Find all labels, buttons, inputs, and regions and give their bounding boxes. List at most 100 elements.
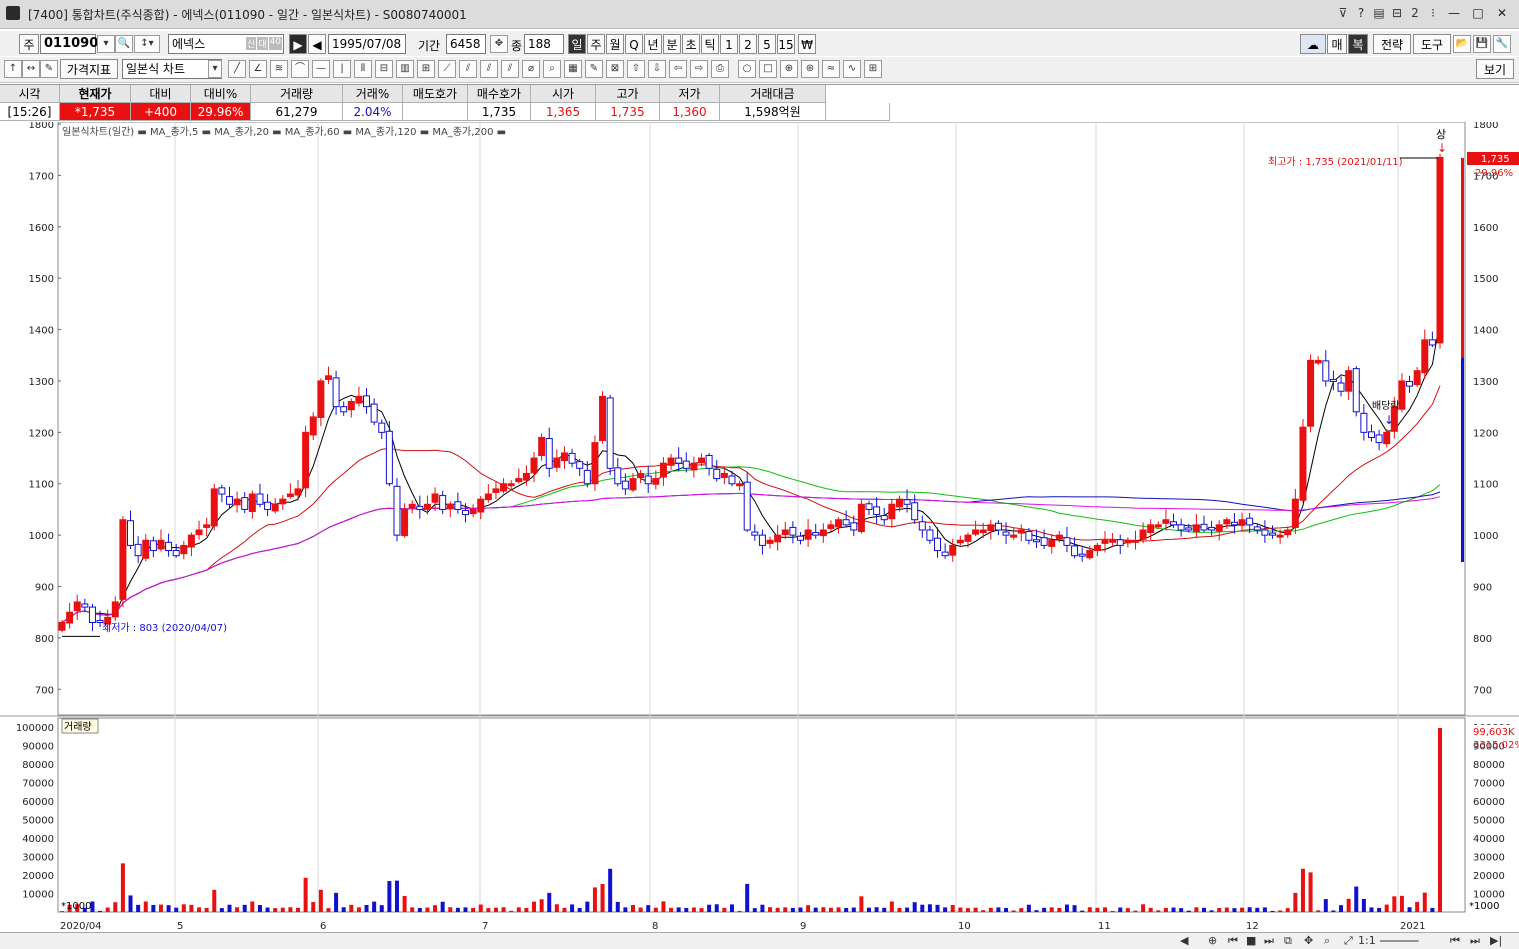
draw-tool-icon[interactable]: ⊞ (864, 60, 882, 78)
prev-button[interactable]: ◀ (308, 34, 326, 54)
draw-tool-icon[interactable]: ⌕ (543, 60, 561, 78)
draw-tool-icon[interactable]: □ (759, 60, 777, 78)
draw-tool-icon[interactable]: ▦ (564, 60, 582, 78)
draw-tool-icon[interactable]: ⌒ (291, 60, 309, 78)
minimize-icon[interactable]: — (1445, 5, 1463, 21)
draw-tool-icon[interactable]: ⊞ (417, 60, 435, 78)
draw-tool-icon[interactable]: ⊠ (606, 60, 624, 78)
tf-2[interactable]: 2 (739, 34, 757, 54)
prev-page-icon[interactable]: ⏮ (1228, 934, 1238, 948)
draw-tool-icon[interactable]: ╱ (228, 60, 246, 78)
stop-icon[interactable]: ■ (1246, 934, 1256, 947)
draw-tool-icon[interactable]: ✎ (585, 60, 603, 78)
draw-tool-icon[interactable]: ⊛ (801, 60, 819, 78)
multi-button[interactable]: 복 (1348, 34, 1368, 54)
scroll-slider[interactable]: ⎯⎯⎯⎯⎯⎯⎯ (1380, 934, 1419, 948)
candle (142, 539, 150, 559)
draw-tool-icon[interactable]: ∿ (843, 60, 861, 78)
draw-tool-icon[interactable]: ⊟ (375, 60, 393, 78)
next-button[interactable]: ▶ (289, 34, 307, 54)
count-icon[interactable]: 2 (1409, 6, 1421, 20)
draw-tool-icon[interactable]: ⇧ (627, 60, 645, 78)
volume-bar (1438, 727, 1442, 912)
fullscreen-icon[interactable]: ⤢ (1344, 934, 1353, 948)
view-button[interactable]: 보기 (1476, 59, 1514, 79)
draw-tool-icon[interactable]: | (333, 60, 351, 78)
draw-tool-icon[interactable]: ⫽ (459, 60, 477, 78)
tf-1[interactable]: 1 (720, 34, 738, 54)
currency-button[interactable]: ₩ (798, 34, 816, 54)
next-page-icon[interactable]: ⏭ (1264, 934, 1274, 948)
tf-second[interactable]: 초 (682, 34, 700, 54)
period-input[interactable]: 6458 (446, 34, 486, 54)
draw-tool-icon[interactable]: ∠ (249, 60, 267, 78)
order-button[interactable]: 매 (1327, 34, 1347, 54)
draw-tool-icon[interactable]: ⇨ (690, 60, 708, 78)
draw-tool-icon[interactable]: ≋ (270, 60, 288, 78)
capture-icon[interactable]: ⧉ (1284, 934, 1292, 948)
stock-code-input[interactable]: 011090 (40, 34, 98, 54)
draw-tool-icon[interactable]: ≈ (822, 60, 840, 78)
tools-button[interactable]: 도구 (1413, 34, 1451, 54)
market-prefix-button[interactable]: 주 (19, 34, 39, 54)
scroll-left-icon[interactable]: ◀ (1180, 934, 1188, 947)
first-icon[interactable]: ⏮ (1450, 934, 1460, 948)
vol-unit-left: *1000 (61, 901, 91, 912)
sort-icon[interactable]: ↕▾ (134, 35, 160, 53)
tf-15[interactable]: 15 (777, 34, 795, 54)
candle (1367, 431, 1375, 438)
strategy-button[interactable]: 전략 (1373, 34, 1411, 54)
draw-tool-icon[interactable]: — (312, 60, 330, 78)
last-icon[interactable]: ⏭ (1470, 934, 1480, 948)
draw-tool-icon[interactable]: ▥ (396, 60, 414, 78)
settings-icon[interactable]: ⁝ (1427, 6, 1439, 20)
indicator-button[interactable]: 가격지표 (60, 59, 118, 79)
draw-tool-icon[interactable]: ⟋ (438, 60, 456, 78)
chart-type-select[interactable]: 일본식 차트 (122, 59, 222, 79)
draw-tool-icon[interactable]: ⫴ (354, 60, 372, 78)
draw-tool-icon[interactable]: ⫽ (501, 60, 519, 78)
draw-tool-icon[interactable]: ⫽ (480, 60, 498, 78)
help-icon[interactable]: ? (1355, 6, 1367, 20)
tf-day[interactable]: 일 (568, 34, 586, 54)
wrench-icon[interactable]: 🔧 (1493, 35, 1511, 53)
candle (340, 406, 348, 413)
price-chart[interactable]: 2020/04 5 6 7 8 9 10 11 12 2021 700 700 800 800 900 900… (0, 122, 1519, 948)
zoom-in-icon[interactable]: ⊕ (1208, 934, 1217, 947)
zoom-icon[interactable]: ⌕ (1324, 934, 1330, 948)
draw-tool-icon[interactable]: ⊕ (780, 60, 798, 78)
chart-type-dropdown-icon[interactable]: ▾ (208, 60, 222, 78)
code-dropdown-icon[interactable]: ▾ (97, 35, 115, 53)
period-lock-icon[interactable]: ✥ (490, 35, 508, 53)
open-icon[interactable]: 📂 (1453, 35, 1471, 53)
split-icon[interactable]: ⊟ (1391, 6, 1403, 20)
tf-quarter[interactable]: Q (625, 34, 643, 54)
tf-5[interactable]: 5 (758, 34, 776, 54)
volume-bar (1072, 905, 1077, 912)
count-input[interactable]: 188 (524, 34, 564, 54)
date-input[interactable]: 1995/07/08 (328, 34, 406, 54)
close-icon[interactable]: ✕ (1493, 5, 1511, 21)
draw-tool-icon[interactable]: ⇩ (648, 60, 666, 78)
tf-tick[interactable]: 틱 (701, 34, 719, 54)
search-icon[interactable]: 🔍 (115, 35, 133, 53)
layout-icon[interactable]: ▤ (1373, 6, 1385, 20)
draw-tool-icon[interactable]: ○ (738, 60, 756, 78)
tf-month[interactable]: 월 (606, 34, 624, 54)
draw-tool-icon[interactable]: ⎙ (711, 60, 729, 78)
expand-icon[interactable]: ↔ (22, 60, 40, 78)
tf-minute[interactable]: 분 (663, 34, 681, 54)
move-icon[interactable]: ✥ (1304, 934, 1313, 947)
collapse-icon[interactable]: ↑ (4, 60, 22, 78)
maximize-icon[interactable]: □ (1469, 5, 1487, 21)
tf-week[interactable]: 주 (587, 34, 605, 54)
edit-icon[interactable]: ✎ (40, 60, 58, 78)
tf-year[interactable]: 년 (644, 34, 662, 54)
end-icon[interactable]: ▶| (1490, 934, 1502, 947)
volume-bar (532, 901, 537, 912)
draw-tool-icon[interactable]: ⌀ (522, 60, 540, 78)
cloud-icon[interactable]: ☁ (1300, 34, 1326, 54)
draw-tool-icon[interactable]: ⇦ (669, 60, 687, 78)
save-icon[interactable]: 💾 (1473, 35, 1491, 53)
pin-icon[interactable]: ⊽ (1337, 6, 1349, 20)
